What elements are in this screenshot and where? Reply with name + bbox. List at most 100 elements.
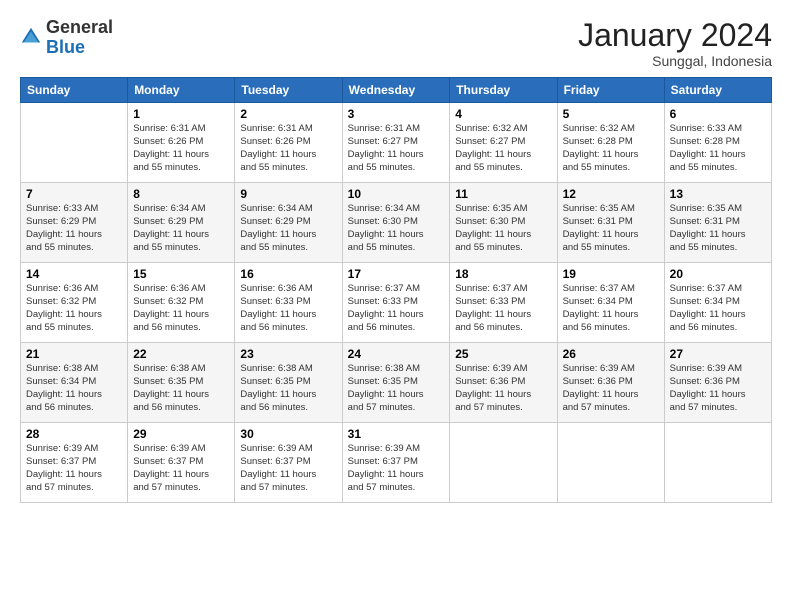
calendar-cell: 2Sunrise: 6:31 AMSunset: 6:26 PMDaylight… — [235, 103, 342, 183]
day-info: Sunrise: 6:31 AMSunset: 6:26 PMDaylight:… — [133, 123, 229, 174]
day-number: 27 — [670, 347, 766, 361]
header-row: SundayMondayTuesdayWednesdayThursdayFrid… — [21, 78, 772, 103]
day-number: 23 — [240, 347, 336, 361]
day-info: Sunrise: 6:37 AMSunset: 6:34 PMDaylight:… — [670, 283, 766, 334]
header-cell-saturday: Saturday — [664, 78, 771, 103]
day-info: Sunrise: 6:39 AMSunset: 6:37 PMDaylight:… — [240, 443, 336, 494]
day-info: Sunrise: 6:34 AMSunset: 6:30 PMDaylight:… — [348, 203, 445, 254]
day-info: Sunrise: 6:39 AMSunset: 6:36 PMDaylight:… — [670, 363, 766, 414]
day-number: 8 — [133, 187, 229, 201]
calendar-cell: 24 Sunrise: 6:38 AMSunset: 6:35 PMDayligh… — [342, 343, 450, 423]
day-number: 21 — [26, 347, 122, 361]
header-cell-thursday: Thursday — [450, 78, 557, 103]
day-info: Sunrise: 6:36 AMSunset: 6:32 PMDaylight:… — [26, 283, 122, 334]
calendar-cell: 29Sunrise: 6:39 AMSunset: 6:37 PMDayligh… — [128, 423, 235, 503]
day-info: Sunrise: 6:32 AMSunset: 6:28 PMDaylight:… — [563, 123, 659, 174]
day-number: 12 — [563, 187, 659, 201]
day-info: Sunrise: 6:38 AMSunset: 6:35 PMDaylight:… — [240, 363, 336, 414]
calendar-cell — [21, 103, 128, 183]
calendar-cell: 7 Sunrise: 6:33 AMSunset: 6:29 PMDaylight… — [21, 183, 128, 263]
day-number: 20 — [670, 267, 766, 281]
day-number: 2 — [240, 107, 336, 121]
day-number: 5 — [563, 107, 659, 121]
calendar-cell: 19Sunrise: 6:37 AMSunset: 6:34 PMDayligh… — [557, 263, 664, 343]
week-row-3: 14 Sunrise: 6:36 AMSunset: 6:32 PMDayligh… — [21, 263, 772, 343]
day-number: 7 — [26, 187, 122, 201]
day-number: 24 — [348, 347, 445, 361]
calendar-cell: 21 Sunrise: 6:38 AMSunset: 6:34 PMDayligh… — [21, 343, 128, 423]
day-number: 11 — [455, 187, 551, 201]
day-number: 9 — [240, 187, 336, 201]
logo-text: General Blue — [46, 18, 113, 58]
calendar-cell: 20 Sunrise: 6:37 AMSunset: 6:34 PMDayligh… — [664, 263, 771, 343]
calendar-cell: 13Sunrise: 6:35 AMSunset: 6:31 PMDayligh… — [664, 183, 771, 263]
calendar-cell: 22 Sunrise: 6:38 AMSunset: 6:35 PMDayligh… — [128, 343, 235, 423]
header: General Blue January 2024 Sunggal, Indon… — [20, 18, 772, 69]
calendar-cell — [664, 423, 771, 503]
day-number: 25 — [455, 347, 551, 361]
calendar-cell: 10Sunrise: 6:34 AMSunset: 6:30 PMDayligh… — [342, 183, 450, 263]
calendar-cell: 1 Sunrise: 6:31 AMSunset: 6:26 PMDaylight… — [128, 103, 235, 183]
calendar-cell: 8 Sunrise: 6:34 AMSunset: 6:29 PMDaylight… — [128, 183, 235, 263]
day-info: Sunrise: 6:38 AMSunset: 6:35 PMDaylight:… — [348, 363, 445, 414]
day-info: Sunrise: 6:35 AMSunset: 6:31 PMDaylight:… — [670, 203, 766, 254]
day-number: 1 — [133, 107, 229, 121]
day-number: 18 — [455, 267, 551, 281]
day-info: Sunrise: 6:39 AMSunset: 6:36 PMDaylight:… — [563, 363, 659, 414]
day-info: Sunrise: 6:39 AMSunset: 6:37 PMDaylight:… — [26, 443, 122, 494]
day-info: Sunrise: 6:32 AMSunset: 6:27 PMDaylight:… — [455, 123, 551, 174]
calendar-cell: 11 Sunrise: 6:35 AMSunset: 6:30 PMDayligh… — [450, 183, 557, 263]
day-info: Sunrise: 6:34 AMSunset: 6:29 PMDaylight:… — [240, 203, 336, 254]
calendar-cell: 25 Sunrise: 6:39 AMSunset: 6:36 PMDayligh… — [450, 343, 557, 423]
day-number: 17 — [348, 267, 445, 281]
header-cell-tuesday: Tuesday — [235, 78, 342, 103]
header-cell-wednesday: Wednesday — [342, 78, 450, 103]
week-row-5: 28 Sunrise: 6:39 AMSunset: 6:37 PMDayligh… — [21, 423, 772, 503]
day-number: 16 — [240, 267, 336, 281]
week-row-1: 1 Sunrise: 6:31 AMSunset: 6:26 PMDaylight… — [21, 103, 772, 183]
day-info: Sunrise: 6:35 AMSunset: 6:31 PMDaylight:… — [563, 203, 659, 254]
day-info: Sunrise: 6:33 AMSunset: 6:29 PMDaylight:… — [26, 203, 122, 254]
day-number: 15 — [133, 267, 229, 281]
day-info: Sunrise: 6:36 AMSunset: 6:32 PMDaylight:… — [133, 283, 229, 334]
header-cell-monday: Monday — [128, 78, 235, 103]
day-number: 22 — [133, 347, 229, 361]
calendar-cell: 9 Sunrise: 6:34 AMSunset: 6:29 PMDaylight… — [235, 183, 342, 263]
day-info: Sunrise: 6:31 AMSunset: 6:27 PMDaylight:… — [348, 123, 445, 174]
calendar-cell: 26 Sunrise: 6:39 AMSunset: 6:36 PMDayligh… — [557, 343, 664, 423]
calendar-cell — [557, 423, 664, 503]
day-info: Sunrise: 6:37 AMSunset: 6:33 PMDaylight:… — [348, 283, 445, 334]
calendar-cell — [450, 423, 557, 503]
day-info: Sunrise: 6:39 AMSunset: 6:36 PMDaylight:… — [455, 363, 551, 414]
day-number: 3 — [348, 107, 445, 121]
logo: General Blue — [20, 18, 113, 58]
calendar-cell: 6 Sunrise: 6:33 AMSunset: 6:28 PMDaylight… — [664, 103, 771, 183]
calendar-cell: 27 Sunrise: 6:39 AMSunset: 6:36 PMDayligh… — [664, 343, 771, 423]
page: General Blue January 2024 Sunggal, Indon… — [0, 0, 792, 513]
day-info: Sunrise: 6:37 AMSunset: 6:33 PMDaylight:… — [455, 283, 551, 334]
title-block: January 2024 Sunggal, Indonesia — [578, 18, 772, 69]
day-info: Sunrise: 6:35 AMSunset: 6:30 PMDaylight:… — [455, 203, 551, 254]
day-number: 26 — [563, 347, 659, 361]
subtitle: Sunggal, Indonesia — [578, 53, 772, 69]
day-info: Sunrise: 6:33 AMSunset: 6:28 PMDaylight:… — [670, 123, 766, 174]
calendar-cell: 12 Sunrise: 6:35 AMSunset: 6:31 PMDayligh… — [557, 183, 664, 263]
day-number: 4 — [455, 107, 551, 121]
day-info: Sunrise: 6:38 AMSunset: 6:35 PMDaylight:… — [133, 363, 229, 414]
day-number: 6 — [670, 107, 766, 121]
header-cell-sunday: Sunday — [21, 78, 128, 103]
calendar-table: SundayMondayTuesdayWednesdayThursdayFrid… — [20, 77, 772, 503]
day-info: Sunrise: 6:36 AMSunset: 6:33 PMDaylight:… — [240, 283, 336, 334]
day-info: Sunrise: 6:34 AMSunset: 6:29 PMDaylight:… — [133, 203, 229, 254]
calendar-cell: 28 Sunrise: 6:39 AMSunset: 6:37 PMDayligh… — [21, 423, 128, 503]
month-title: January 2024 — [578, 18, 772, 53]
calendar-cell: 5 Sunrise: 6:32 AMSunset: 6:28 PMDaylight… — [557, 103, 664, 183]
calendar-cell: 3 Sunrise: 6:31 AMSunset: 6:27 PMDaylight… — [342, 103, 450, 183]
day-number: 19 — [563, 267, 659, 281]
day-info: Sunrise: 6:38 AMSunset: 6:34 PMDaylight:… — [26, 363, 122, 414]
day-number: 14 — [26, 267, 122, 281]
calendar-cell: 15 Sunrise: 6:36 AMSunset: 6:32 PMDayligh… — [128, 263, 235, 343]
day-number: 28 — [26, 427, 122, 441]
day-number: 29 — [133, 427, 229, 441]
calendar-cell: 14 Sunrise: 6:36 AMSunset: 6:32 PMDayligh… — [21, 263, 128, 343]
